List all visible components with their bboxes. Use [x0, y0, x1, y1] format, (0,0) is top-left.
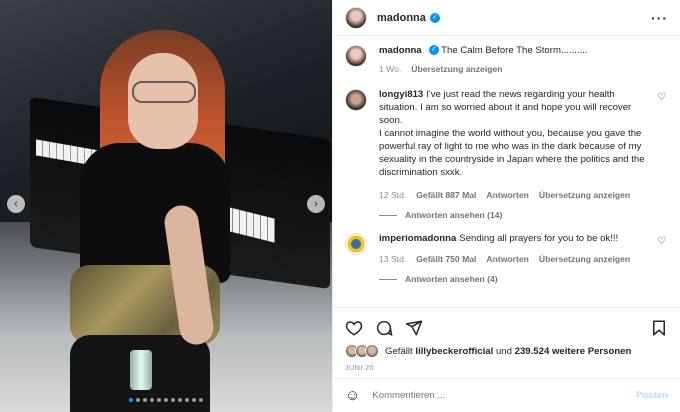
comment-likes[interactable]: Gefällt 887 Mal	[416, 189, 476, 202]
caption: madonna ✓ The Calm Before The Storm......…	[345, 44, 668, 76]
carousel-dot	[185, 398, 189, 402]
likes-connector: und	[495, 345, 512, 357]
comment-like-heart-icon[interactable]: ♡	[657, 236, 666, 247]
comment-time[interactable]: 13 Std.	[379, 253, 406, 266]
carousel-dot	[178, 398, 182, 402]
verified-icon: ✓	[428, 45, 439, 56]
replies-divider	[379, 278, 397, 280]
carousel-dot	[129, 398, 133, 402]
author-username[interactable]: madonna	[377, 12, 426, 24]
next-slide-button[interactable]: ›	[307, 195, 325, 213]
replies-divider	[379, 214, 397, 216]
comment-time[interactable]: 12 Std.	[379, 189, 406, 202]
carousel-dots	[0, 398, 332, 402]
carousel-dot	[164, 398, 168, 402]
translate-link[interactable]: Übersetzung anzeigen	[539, 253, 630, 266]
chevron-left-icon: ‹	[14, 198, 18, 210]
post-date[interactable]: JUNI 20	[345, 363, 668, 372]
comment: longyi813 I've just read the news regardi…	[345, 88, 668, 202]
view-replies-label[interactable]: Antworten ansehen (4)	[405, 274, 498, 284]
likes-others-link[interactable]: 239.524 weitere Personen	[515, 346, 632, 357]
comment-likes[interactable]: Gefällt 750 Mal	[416, 253, 476, 266]
comment: imperiomadonna Sending all prayers for yo…	[345, 232, 668, 266]
action-icons	[345, 316, 668, 340]
likes-prefix: Gefällt	[385, 345, 413, 357]
view-replies-label[interactable]: Antworten ansehen (14)	[405, 210, 502, 220]
author-avatar[interactable]	[345, 6, 367, 29]
prev-slide-button[interactable]: ‹	[7, 195, 25, 213]
author-avatar[interactable]	[345, 45, 367, 67]
carousel-dot	[171, 398, 175, 402]
drink-can	[130, 350, 152, 390]
verified-icon: ✓	[429, 12, 440, 23]
carousel-dot	[143, 398, 147, 402]
heart-icon[interactable]	[345, 319, 363, 337]
likes-summary: Gefällt lillybeckerofficial und 239.524 …	[345, 344, 668, 358]
comment-username[interactable]: imperiomadonna	[379, 233, 456, 244]
carousel-dot	[150, 398, 154, 402]
caption-translate-link[interactable]: Übersetzung anzeigen	[411, 63, 502, 76]
more-horizontal-icon[interactable]: ···	[651, 10, 668, 26]
carousel-dot	[199, 398, 203, 402]
caption-text: The Calm Before The Storm..........	[441, 45, 588, 56]
carousel-dot	[136, 398, 140, 402]
chevron-right-icon: ›	[314, 198, 318, 210]
reply-link[interactable]: Antworten	[486, 253, 529, 266]
comment-like-heart-icon[interactable]: ♡	[657, 92, 666, 103]
carousel-dot	[157, 398, 161, 402]
share-icon[interactable]	[405, 319, 423, 337]
person-figure	[70, 25, 250, 412]
comment-bar: ☺ Posten	[333, 378, 680, 412]
caption-username[interactable]: madonna	[379, 45, 422, 56]
liker-avatars[interactable]	[345, 344, 379, 358]
instagram-post: ‹ › madonna ✓ ··· madonna ✓ The Calm Befo…	[0, 0, 680, 412]
translate-link[interactable]: Übersetzung anzeigen	[539, 189, 630, 202]
comment-username[interactable]: longyi813	[379, 89, 423, 100]
reply-link[interactable]: Antworten	[486, 189, 529, 202]
comment-text: I've just read the news regarding your h…	[379, 89, 645, 178]
comment-input[interactable]	[372, 390, 636, 401]
post-header: madonna ✓ ···	[333, 0, 680, 36]
caption-time[interactable]: 1 Wo.	[379, 63, 401, 76]
view-replies[interactable]: Antworten ansehen (14)	[379, 210, 668, 220]
bookmark-icon[interactable]	[650, 319, 668, 337]
comment-icon[interactable]	[375, 319, 393, 337]
post-image[interactable]: ‹ ›	[0, 0, 332, 412]
commenter-avatar[interactable]	[345, 89, 367, 111]
comments-section: madonna ✓ The Calm Before The Storm......…	[333, 36, 680, 307]
view-replies[interactable]: Antworten ansehen (4)	[379, 274, 668, 284]
liker-avatar	[365, 344, 379, 358]
glasses	[132, 81, 196, 103]
post-actions: Gefällt lillybeckerofficial und 239.524 …	[333, 307, 680, 372]
comment-text: Sending all prayers for you to be ok!!!	[459, 233, 619, 244]
emoji-icon[interactable]: ☺	[345, 387, 360, 404]
commenter-avatar[interactable]	[345, 233, 367, 255]
post-panel: madonna ✓ ··· madonna ✓ The Calm Before T…	[332, 0, 680, 412]
post-comment-button[interactable]: Posten	[636, 390, 668, 401]
torso	[80, 143, 230, 283]
liker-username[interactable]: lillybeckerofficial	[415, 346, 493, 357]
carousel-dot	[192, 398, 196, 402]
